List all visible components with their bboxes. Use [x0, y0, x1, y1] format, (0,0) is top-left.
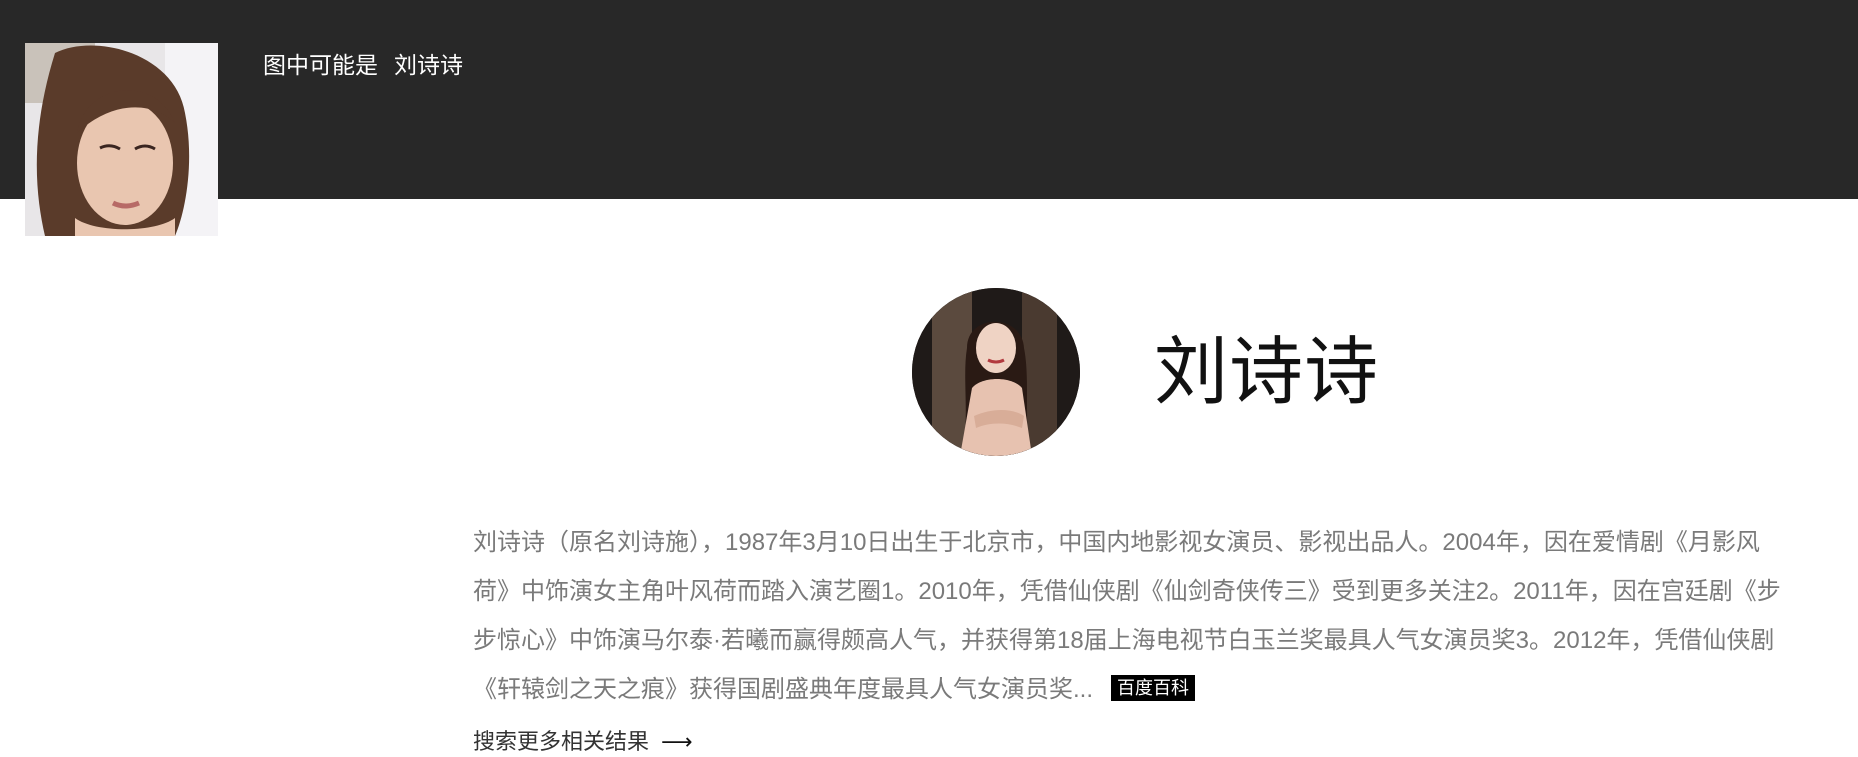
- entity-avatar[interactable]: [912, 288, 1080, 456]
- query-image-thumbnail: [25, 43, 218, 236]
- entity-title: 刘诗诗: [1154, 330, 1379, 413]
- recognition-guess: 图中可能是 刘诗诗: [263, 50, 463, 80]
- guess-prefix: 图中可能是: [263, 52, 378, 78]
- more-results-label: 搜索更多相关结果: [473, 729, 650, 754]
- result-header: 图中可能是 刘诗诗: [0, 0, 1858, 236]
- source-badge[interactable]: 百度百科: [1111, 675, 1196, 701]
- more-results-link[interactable]: 搜索更多相关结果 ⟶: [473, 727, 693, 757]
- arrow-right-icon: ⟶: [661, 729, 693, 754]
- entity-description: 刘诗诗（原名刘诗施），1987年3月10日出生于北京市，中国内地影视女演员、影视…: [473, 518, 1793, 714]
- entity-card-header: 刘诗诗: [912, 288, 1379, 456]
- guess-name[interactable]: 刘诗诗: [394, 52, 463, 78]
